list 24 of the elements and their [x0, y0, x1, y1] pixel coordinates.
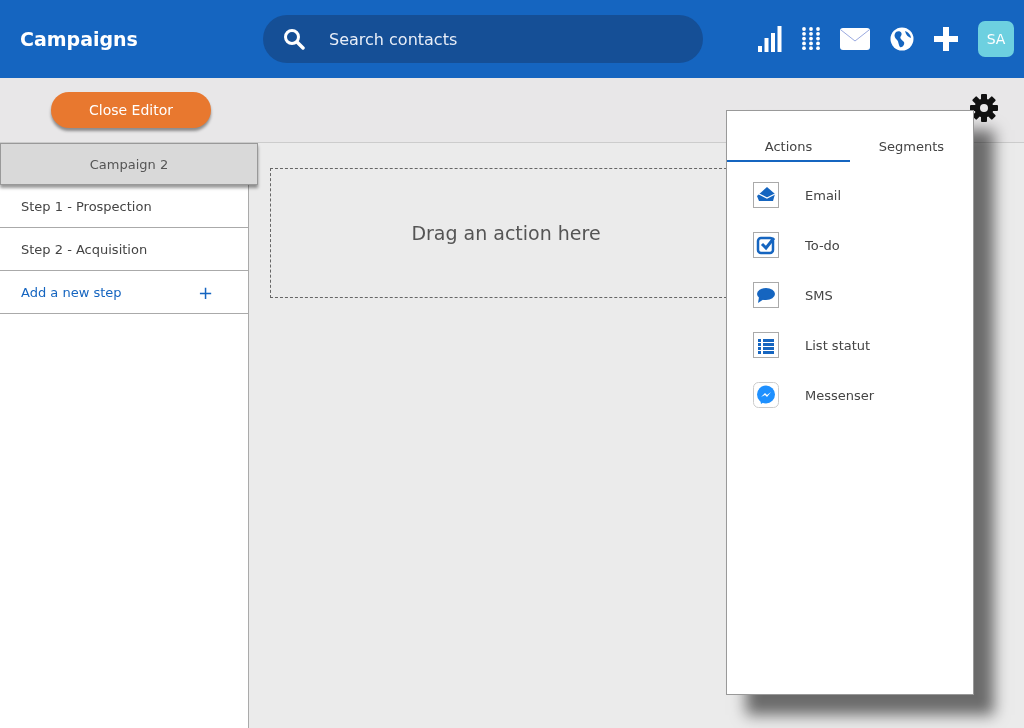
action-label[interactable]: Messenser [805, 387, 875, 403]
action-label[interactable]: List statut [805, 337, 871, 353]
step-item[interactable]: Step 1 - Prospection [0, 185, 248, 228]
add-step-link[interactable]: Add a new step [21, 284, 122, 300]
bar-chart-icon[interactable] [758, 26, 782, 52]
list-icon [753, 332, 779, 358]
search-field[interactable]: Search contacts [263, 15, 703, 63]
action-label[interactable]: Email [805, 187, 842, 203]
settings-icon[interactable] [969, 93, 999, 123]
panel-tab[interactable]: Segments [850, 139, 973, 162]
messenger-icon [753, 382, 779, 408]
dialpad-icon[interactable] [802, 27, 820, 51]
add-step-plus[interactable]: + [197, 281, 213, 303]
checkbox-icon [753, 232, 779, 258]
globe-icon[interactable] [890, 27, 914, 51]
action-label[interactable]: To-do [805, 237, 840, 253]
step-item[interactable]: Step 2 - Acquisition [0, 228, 248, 271]
action-label[interactable]: SMS [805, 287, 833, 303]
panel-tab[interactable]: Actions [727, 139, 850, 162]
plus-icon[interactable] [934, 27, 958, 51]
speech-bubble-icon [753, 282, 779, 308]
envelope-icon [753, 182, 779, 208]
page-title: Campaigns [20, 28, 139, 50]
campaign-tab[interactable]: Campaign 2 [0, 143, 258, 185]
